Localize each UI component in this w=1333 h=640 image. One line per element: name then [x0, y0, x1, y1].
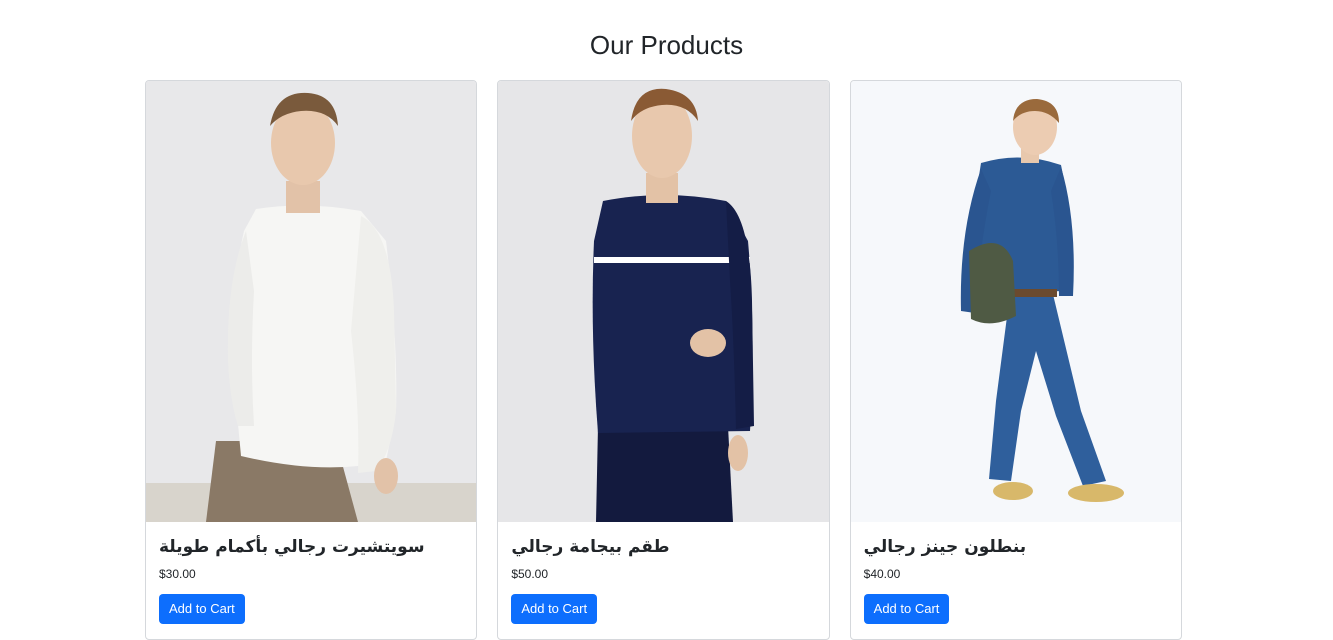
- product-name: سويتشيرت رجالي بأكمام طويلة: [159, 537, 425, 557]
- product-name: بنطلون جينز رجالي: [863, 537, 1027, 557]
- product-image-pajama[interactable]: [498, 81, 829, 522]
- product-card: طقم بيجامة رجالي $50.00 Add to Cart: [497, 80, 830, 640]
- add-to-cart-button[interactable]: Add to Cart: [511, 594, 598, 624]
- page-title: Our Products: [589, 30, 744, 60]
- add-to-cart-button[interactable]: Add to Cart: [159, 594, 245, 624]
- add-to-cart-button[interactable]: Add to Cart: [863, 594, 950, 624]
- product-card: بنطلون جينز رجالي $40.00 Add to Cart: [849, 80, 1182, 640]
- product-name: طقم بيجامة رجالي: [511, 537, 670, 557]
- product-price: $50.00: [511, 567, 549, 581]
- product-grid: سويتشيرت رجالي بأكمام طويلة $30.00 Add t…: [145, 80, 1182, 640]
- product-price: $30.00: [159, 567, 196, 581]
- product-image-sweatshirt[interactable]: [146, 81, 477, 522]
- product-image-jeans[interactable]: [850, 81, 1181, 522]
- product-price: $40.00: [863, 567, 901, 581]
- product-card: سويتشيرت رجالي بأكمام طويلة $30.00 Add t…: [145, 80, 478, 640]
